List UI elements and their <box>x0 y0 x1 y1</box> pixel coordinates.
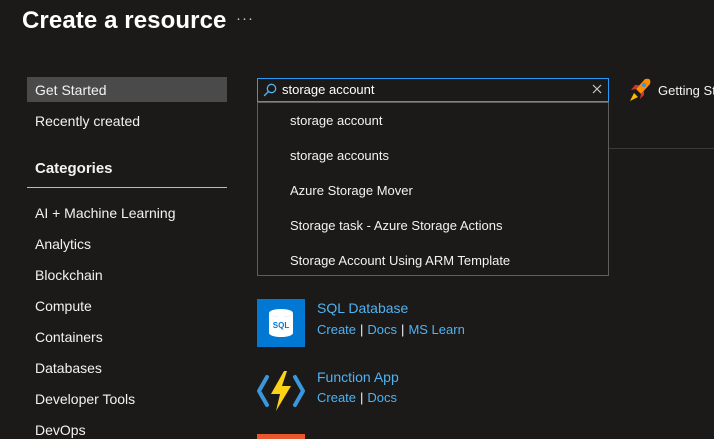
service-icon-partial <box>257 434 305 439</box>
search-input[interactable]: storage account <box>282 82 375 97</box>
rocket-icon[interactable] <box>628 77 652 103</box>
search-box[interactable]: storage account <box>257 78 609 102</box>
suggestion-item[interactable]: storage account <box>290 113 383 128</box>
suggestion-item[interactable]: Storage task - Azure Storage Actions <box>290 218 502 233</box>
link-separator: | <box>401 322 405 337</box>
create-link[interactable]: Create <box>317 390 356 405</box>
suggestion-item[interactable]: storage accounts <box>290 148 389 163</box>
page-title: Create a resource <box>22 7 227 34</box>
category-item[interactable]: Developer Tools <box>35 391 135 407</box>
categories-heading: Categories <box>35 160 113 177</box>
category-item[interactable]: DevOps <box>35 422 86 438</box>
service-title-function-app[interactable]: Function App <box>317 369 399 385</box>
sql-icon-text: SQL <box>273 321 290 330</box>
ms-learn-link[interactable]: MS Learn <box>408 322 464 337</box>
clear-icon[interactable] <box>590 82 604 96</box>
search-icon <box>263 83 277 97</box>
link-separator: | <box>360 390 364 405</box>
category-item[interactable]: Containers <box>35 329 103 345</box>
categories-divider <box>27 187 227 188</box>
search-suggestions-dropdown: storage account storage accounts Azure S… <box>257 102 609 276</box>
create-link[interactable]: Create <box>317 322 356 337</box>
getting-started-link[interactable]: Getting St <box>658 83 714 98</box>
docs-link[interactable]: Docs <box>367 390 397 405</box>
sidebar-item-recently-created[interactable]: Recently created <box>27 108 227 133</box>
link-separator: | <box>360 322 364 337</box>
category-item[interactable]: Analytics <box>35 236 91 252</box>
more-options-icon[interactable]: ··· <box>236 10 254 27</box>
function-app-icon[interactable] <box>257 367 305 415</box>
category-item[interactable]: Databases <box>35 360 102 376</box>
service-links-function-app: Create | Docs <box>317 390 397 405</box>
service-title-sql-database[interactable]: SQL Database <box>317 300 408 316</box>
suggestion-item[interactable]: Storage Account Using ARM Template <box>290 253 510 268</box>
category-item[interactable]: Blockchain <box>35 267 103 283</box>
sql-database-icon[interactable]: SQL <box>257 299 305 347</box>
docs-link[interactable]: Docs <box>367 322 397 337</box>
service-links-sql-database: Create | Docs | MS Learn <box>317 322 465 337</box>
category-item[interactable]: AI + Machine Learning <box>35 205 175 221</box>
category-item[interactable]: Compute <box>35 298 92 314</box>
suggestion-item[interactable]: Azure Storage Mover <box>290 183 413 198</box>
sidebar-item-get-started[interactable]: Get Started <box>27 77 227 102</box>
